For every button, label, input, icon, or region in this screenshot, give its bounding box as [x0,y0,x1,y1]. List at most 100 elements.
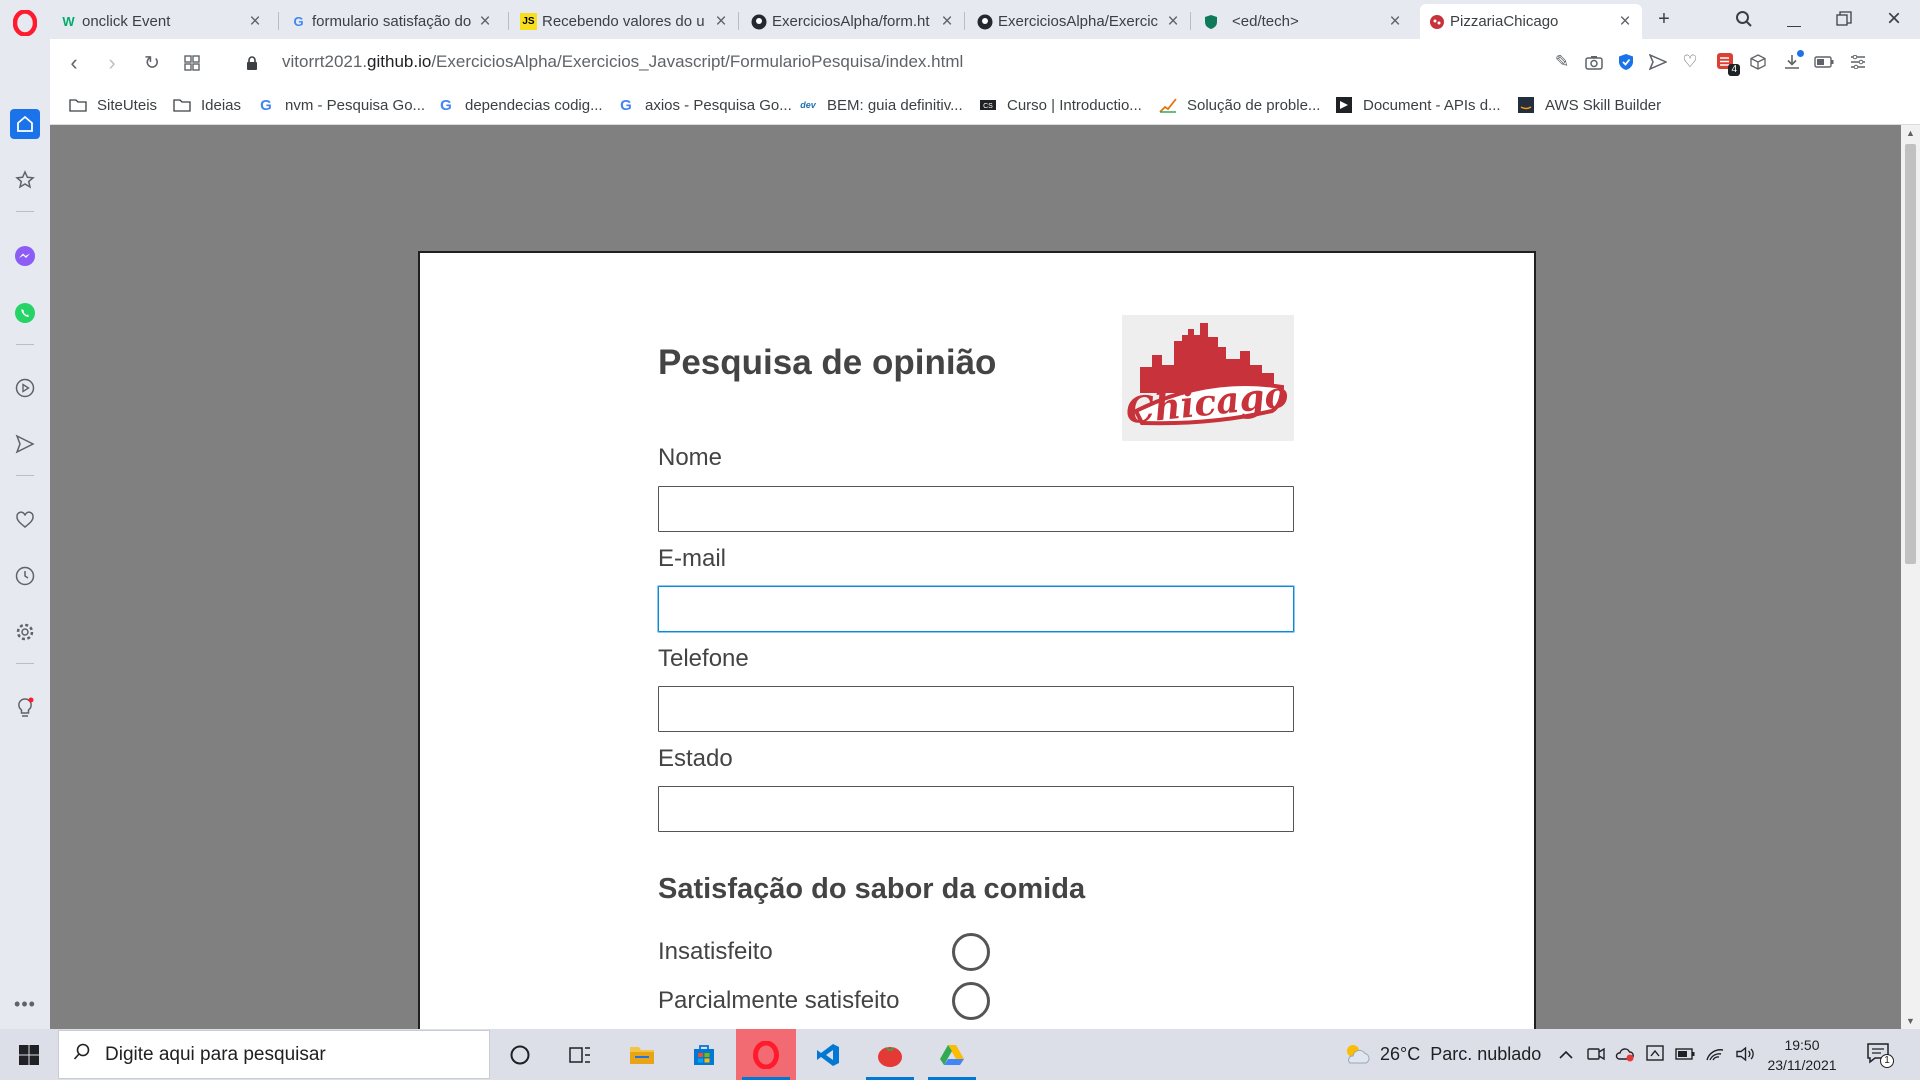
google-icon: G [293,14,304,29]
todoist-extension-icon[interactable]: 4 [1714,50,1740,76]
scroll-up-icon[interactable]: ▲ [1901,125,1920,141]
heart-icon[interactable]: ♡ [1678,50,1702,74]
bookmark-nvm[interactable]: G nvm - Pesquisa Go... [256,94,425,116]
bookmark-siteuteis[interactable]: SiteUteis [68,94,157,116]
tab-recebendo-valores[interactable]: JS Recebendo valores do u × [512,4,738,39]
drive-button[interactable] [922,1029,982,1080]
bookmark-bem[interactable]: dev BEM: guia definitiv... [798,94,962,116]
close-tab-icon[interactable]: × [1616,11,1634,33]
insatisfeito-radio[interactable] [952,933,990,971]
microsoft-store-button[interactable] [674,1029,734,1080]
close-tab-icon[interactable]: × [476,11,494,33]
close-tab-icon[interactable]: × [712,11,730,33]
bookmark-curso[interactable]: CS Curso | Introductio... [978,94,1142,116]
camera-icon[interactable] [1582,50,1606,74]
snapshot-edit-icon[interactable]: ✎ [1550,50,1574,74]
scroll-down-icon[interactable]: ▼ [1901,1013,1920,1029]
cortana-button[interactable] [490,1029,550,1080]
close-window-button[interactable]: × [1878,5,1910,32]
bookmark-label: AWS Skill Builder [1545,96,1662,114]
wifi-icon[interactable] [1704,1043,1726,1065]
bookmark-solucao[interactable]: Solução de proble... [1158,94,1320,116]
close-tab-icon[interactable]: × [1386,11,1404,33]
telefone-input[interactable] [658,686,1294,732]
sidebar-pinboard-button[interactable] [10,505,40,535]
folder-icon [172,96,192,114]
sidebar-flow-button[interactable] [10,429,40,459]
drive-icon [940,1044,964,1065]
star-icon [15,170,35,189]
heart-icon [16,511,34,528]
close-tab-icon[interactable]: × [1164,11,1182,33]
sidebar-history-button[interactable] [10,561,40,591]
bookmark-ideias[interactable]: Ideias [172,94,241,116]
onedrive-error-icon[interactable] [1614,1043,1636,1065]
tab-formulario-satisfacao[interactable]: G formulario satisfação do × [282,4,502,39]
sidebar-messenger-button[interactable] [10,241,40,271]
site-info-button[interactable] [238,49,266,77]
forward-button[interactable]: › [98,49,126,77]
downloads-icon[interactable] [1780,50,1804,74]
sidebar-bookmarks-button[interactable] [10,165,40,195]
sidebar-whatsapp-button[interactable] [10,298,40,328]
cube-extension-icon[interactable] [1746,50,1770,74]
tab-exercicios-alpha[interactable]: ExerciciosAlpha/Exercic × [968,4,1190,39]
weather-temp: 26°C [1380,1043,1421,1064]
reload-button[interactable]: ↻ [138,49,166,77]
new-tab-button[interactable]: + [1648,6,1680,32]
opera-menu-button[interactable] [10,8,40,38]
volume-icon[interactable] [1734,1043,1756,1065]
easy-setup-icon[interactable] [1846,50,1870,74]
taskbar-search-box[interactable]: Digite aqui para pesquisar [58,1030,490,1079]
back-button[interactable]: ‹ [60,49,88,77]
tab-onclick-event[interactable]: W onclick Event × [52,4,272,39]
screen-clip-icon[interactable] [1644,1043,1666,1065]
close-tab-icon[interactable]: × [246,11,264,33]
restore-button[interactable] [1828,6,1860,32]
nome-input[interactable] [658,486,1294,532]
scroll-thumb[interactable] [1905,144,1916,564]
speed-dial-button[interactable] [178,49,206,77]
tray-overflow-icon[interactable] [1555,1043,1577,1065]
sidebar-settings-button[interactable] [10,617,40,647]
estado-input[interactable] [658,786,1294,832]
parcialmente-satisfeito-radio[interactable] [952,982,990,1020]
opera-taskbar-button[interactable] [736,1029,796,1080]
tab-title: onclick Event [82,13,171,30]
meet-now-icon[interactable] [1585,1043,1607,1065]
tab-edtech[interactable]: <ed/tech> × [1194,4,1412,39]
bookmark-axios[interactable]: G axios - Pesquisa Go... [616,94,792,116]
weather-widget[interactable]: 26°C Parc. nublado [1342,1041,1541,1067]
tab-pizzaria-chicago[interactable]: PizzariaChicago × [1420,4,1642,39]
vpn-shield-icon[interactable] [1614,50,1638,74]
tab-title: formulario satisfação do [312,13,472,30]
minimize-button[interactable] [1778,6,1810,32]
sidebar-features-button[interactable] [10,693,40,723]
tab-separator [508,12,509,30]
skyline-logo-icon: Chicago [1124,323,1290,432]
bookmark-aws[interactable]: AWS Skill Builder [1516,94,1661,116]
bookmark-dependecias[interactable]: G dependecias codig... [436,94,602,116]
battery-saver-icon[interactable] [1812,50,1836,74]
tomato-timer-button[interactable] [860,1029,920,1080]
email-input[interactable] [658,586,1294,632]
battery-icon[interactable] [1674,1043,1696,1065]
sidebar-home-button[interactable] [10,109,40,139]
taskbar-clock[interactable]: 19:50 23/11/2021 [1762,1035,1842,1075]
start-button[interactable] [10,1038,48,1072]
document-icon [1334,96,1354,114]
task-view-button[interactable] [550,1029,610,1080]
sidebar-player-button[interactable] [10,373,40,403]
send-icon[interactable] [1646,50,1670,74]
tab-exercicios-form[interactable]: ExerciciosAlpha/form.ht × [742,4,964,39]
action-center-button[interactable]: 1 [1866,1041,1896,1069]
sidebar-more-button[interactable]: ••• [10,989,40,1019]
tab-separator [964,12,965,30]
url-field[interactable]: vitorrt2021.github.io/ExerciciosAlpha/Ex… [282,52,963,72]
tab-search-button[interactable] [1728,6,1760,32]
file-explorer-button[interactable] [612,1029,672,1080]
page-scrollbar[interactable]: ▲ ▼ [1901,125,1920,1029]
vscode-button[interactable] [798,1029,858,1080]
bookmark-document-apis[interactable]: Document - APIs d... [1334,94,1501,116]
close-tab-icon[interactable]: × [938,11,956,33]
